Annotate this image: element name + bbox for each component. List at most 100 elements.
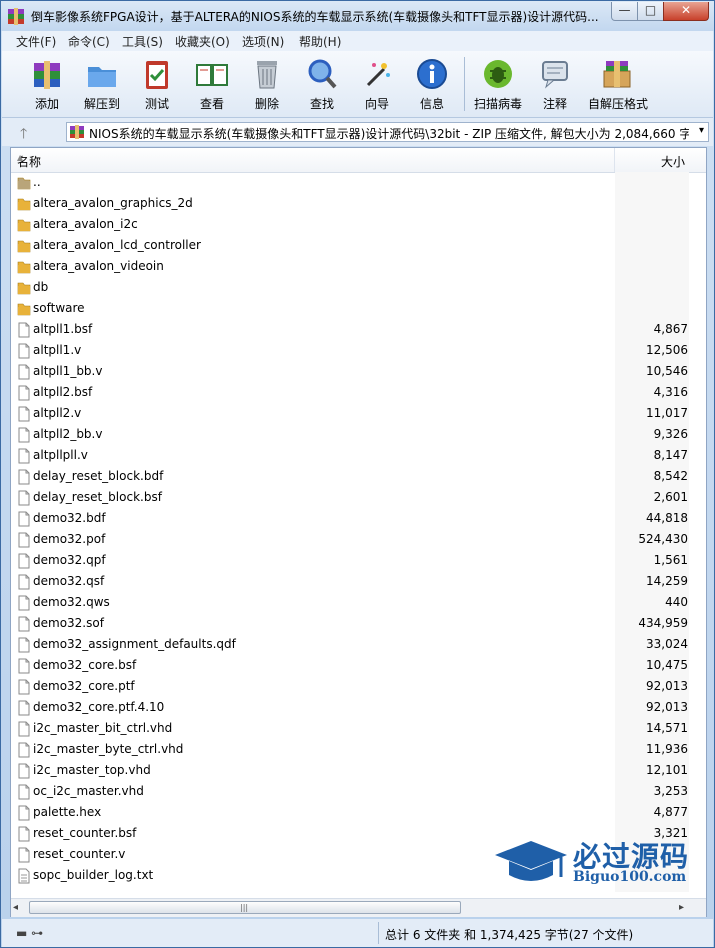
file-row[interactable]: delay_reset_block.bdf 8,542 [11,466,706,487]
find-button[interactable]: 查找 [292,55,352,113]
file-name: demo32.pof [33,532,106,546]
file-row[interactable]: altpll2_bb.v 9,326 [11,424,706,445]
watermark-logo: 必过源码 Biguo100.com [491,833,701,893]
file-size: 524,430 [638,532,688,546]
bug-scan-icon [484,60,512,88]
test-button[interactable]: 测试 [127,55,187,113]
file-size: 11,017 [646,406,688,420]
file-icon [18,784,30,800]
file-size: 33,024 [646,637,688,651]
file-row[interactable]: delay_reset_block.bsf 2,601 [11,487,706,508]
file-row[interactable]: altpll1.bsf 4,867 [11,319,706,340]
horizontal-scrollbar[interactable]: ◂ ||| ▸ [11,898,706,917]
file-row[interactable]: oc_i2c_master.vhd 3,253 [11,781,706,802]
file-row[interactable]: demo32_core.bsf 10,475 [11,655,706,676]
file-row[interactable]: i2c_master_bit_ctrl.vhd 14,571 [11,718,706,739]
menu-options[interactable]: 选项(N) [242,33,284,50]
chevron-down-icon[interactable]: ▾ [699,125,704,136]
virus-scan-button[interactable]: 扫描病毒 [468,55,528,113]
file-row[interactable]: altpllpll.v 8,147 [11,445,706,466]
menu-bar: 文件(F) 命令(C) 工具(S) 收藏夹(O) 选项(N) 帮助(H) [2,31,713,51]
file-list[interactable]: 名称 ▲ 大小 .. altera_avalon_graphics_2dalter… [10,147,707,917]
file-row[interactable]: altpll1_bb.v 10,546 [11,361,706,382]
wizard-button[interactable]: 向导 [347,55,407,113]
file-row[interactable]: i2c_master_top.vhd 12,101 [11,760,706,781]
folder-icon [17,303,31,316]
close-button[interactable]: ✕ [663,2,709,21]
menu-file[interactable]: 文件(F) [16,33,56,50]
menu-tools[interactable]: 工具(S) [122,33,163,50]
up-folder-button[interactable]: 🡑 [20,123,27,147]
file-row[interactable]: demo32.qpf 1,561 [11,550,706,571]
file-row[interactable]: palette.hex 4,877 [11,802,706,823]
file-row[interactable]: altpll2.v 11,017 [11,403,706,424]
file-row[interactable]: altera_avalon_lcd_controller [11,235,706,256]
file-size: 4,867 [653,322,688,336]
view-button[interactable]: 查看 [182,55,242,113]
address-bar: 🡑 NIOS系统的车载显示系统(车载摄像头和TFT显示器)设计源代码\32bit… [2,118,713,146]
file-row[interactable]: demo32.bdf 44,818 [11,508,706,529]
scroll-right-arrow[interactable]: ▸ [679,902,684,913]
menu-commands[interactable]: 命令(C) [68,33,110,50]
file-icon [18,637,30,653]
file-row[interactable]: demo32_core.ptf.4.10 92,013 [11,697,706,718]
scroll-left-arrow[interactable]: ◂ [13,902,18,913]
file-row[interactable]: db [11,277,706,298]
add-button[interactable]: 添加 [17,55,77,113]
folder-icon [17,240,31,253]
file-icon [18,616,30,632]
file-row[interactable]: i2c_master_byte_ctrl.vhd 11,936 [11,739,706,760]
file-name: oc_i2c_master.vhd [33,784,144,798]
file-size: 10,475 [646,658,688,672]
size-column-label: 大小 [660,155,685,169]
file-icon [18,826,30,842]
delete-button[interactable]: 删除 [237,55,297,113]
size-column-header[interactable]: 大小 [615,148,689,172]
file-row[interactable]: demo32_core.ptf 92,013 [11,676,706,697]
file-name: demo32.qsf [33,574,105,588]
file-size: 9,326 [653,427,688,441]
file-row[interactable]: demo32.pof 524,430 [11,529,706,550]
file-row[interactable]: altera_avalon_graphics_2d [11,193,706,214]
file-name: db [33,280,49,294]
file-row[interactable]: demo32.qsf 14,259 [11,571,706,592]
file-row[interactable]: demo32_assignment_defaults.qdf 33,024 [11,634,706,655]
scroll-grip-icon: ||| [240,903,249,912]
file-row[interactable]: altera_avalon_i2c [11,214,706,235]
file-icon [18,343,30,359]
view-label: 查看 [199,97,224,111]
file-row[interactable]: altpll1.v 12,506 [11,340,706,361]
file-row[interactable]: demo32.sof 434,959 [11,613,706,634]
delete-label: 删除 [254,97,279,111]
extract-to-button[interactable]: 解压到 [72,55,132,113]
file-name: altpll2_bb.v [33,427,103,441]
title-bar[interactable]: 倒车影像系统FPGA设计，基于ALTERA的NIOS系统的车载显示系统(车载摄像… [1,1,714,31]
comment-button[interactable]: 注释 [525,55,585,113]
file-name: reset_counter.v [33,847,126,861]
file-row[interactable]: altpll2.bsf 4,316 [11,382,706,403]
file-row[interactable]: .. [11,172,706,193]
file-row[interactable]: altera_avalon_videoin [11,256,706,277]
drive-lock-icon[interactable]: ▬ ⊶ [16,926,43,940]
name-column-header[interactable]: 名称 ▲ [11,148,615,172]
sfx-button[interactable]: 自解压格式 [587,55,649,113]
file-row[interactable]: software [11,298,706,319]
comment-label: 注释 [542,97,567,111]
menu-favorites[interactable]: 收藏夹(O) [175,33,230,50]
trash-icon [257,61,277,89]
test-clipboard-icon [146,61,168,89]
info-button[interactable]: 信息 [402,55,462,113]
file-row[interactable]: demo32.qws 440 [11,592,706,613]
file-size: 4,316 [653,385,688,399]
file-name: altera_avalon_lcd_controller [33,238,201,252]
menu-help[interactable]: 帮助(H) [299,33,341,50]
file-icon [18,574,30,590]
window-title: 倒车影像系统FPGA设计，基于ALTERA的NIOS系统的车载显示系统(车载摄像… [31,10,599,24]
minimize-button[interactable]: — [611,2,638,21]
extract-folder-icon [88,67,116,87]
file-name: demo32_core.ptf [33,679,135,693]
maximize-button[interactable]: □ [637,2,664,21]
file-name: altera_avalon_i2c [33,217,138,231]
scroll-thumb[interactable]: ||| [29,901,461,914]
path-combobox[interactable]: NIOS系统的车载显示系统(车载摄像头和TFT显示器)设计源代码\32bit -… [66,122,709,142]
